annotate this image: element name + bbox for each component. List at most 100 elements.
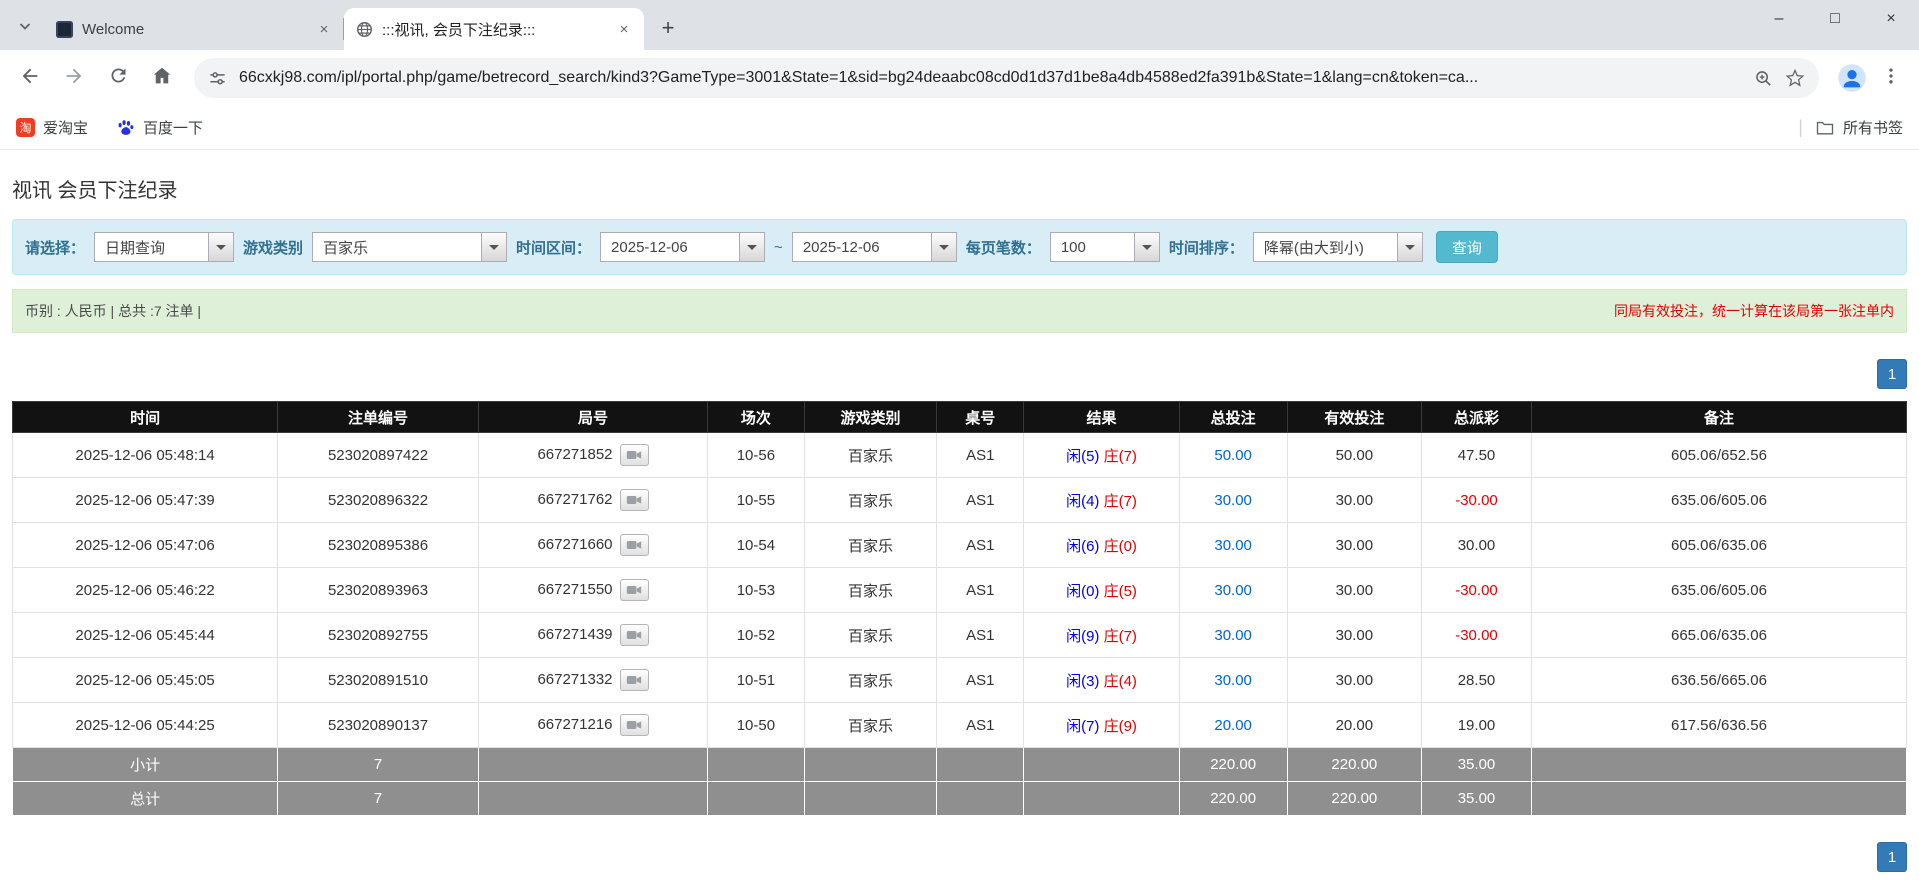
taobao-favicon-icon: 淘 (16, 118, 35, 137)
total-bet-link[interactable]: 50.00 (1214, 447, 1252, 464)
bookmark-star-icon[interactable] (1785, 68, 1805, 88)
header-bet-id: 注单编号 (277, 401, 479, 433)
total-bet-link[interactable]: 30.00 (1214, 672, 1252, 689)
chevron-down-icon[interactable] (930, 233, 956, 261)
round-number: 667271332 (537, 670, 613, 688)
cell-total-bet: 50.00 (1178, 432, 1288, 478)
cell-payout: 30.00 (1421, 522, 1532, 568)
search-button[interactable]: 查询 (1435, 231, 1498, 263)
header-result: 结果 (1023, 401, 1180, 433)
cell-time: 2025-12-06 05:46:22 (11, 567, 279, 613)
cell-result: 闲(9) 庄(7) (1023, 612, 1180, 658)
round-number: 667271660 (537, 535, 613, 553)
page-1-button[interactable]: 1 (1877, 842, 1907, 872)
bookmark-baidu[interactable]: 百度一下 (116, 117, 203, 138)
total-bet-link[interactable]: 30.00 (1214, 537, 1252, 554)
bookmarks-bar: 淘 爱淘宝 百度一下 | 所有书签 (0, 106, 1919, 150)
refresh-icon (108, 65, 129, 91)
menu-button[interactable] (1873, 60, 1909, 96)
cell-note: 635.06/605.06 (1530, 477, 1908, 523)
chevron-down-icon[interactable] (739, 233, 765, 261)
bookmark-aitaobao[interactable]: 淘 爱淘宝 (16, 117, 88, 138)
home-button[interactable] (142, 58, 182, 98)
game-type-select[interactable]: 百家乐 (312, 232, 508, 262)
site-info-icon[interactable] (208, 69, 227, 88)
tab-strip: Welcome × :::视讯, 会员下注纪录::: × + – □ × (0, 0, 1919, 50)
tab-search-button[interactable] (10, 13, 40, 43)
cell-time: 2025-12-06 05:48:14 (11, 432, 279, 478)
subtotal-row: 小计 7 220.00 220.00 35.00 (11, 747, 1908, 782)
all-bookmarks-button[interactable]: 所有书签 (1815, 117, 1903, 138)
video-replay-icon[interactable] (619, 444, 649, 466)
result-player: 闲(3) (1066, 672, 1100, 690)
zoom-icon[interactable] (1754, 69, 1773, 88)
filter-bar: 请选择： 日期查询 游戏类别 百家乐 时间区间： 2025-12-06 ~ 20… (12, 219, 1907, 275)
chevron-down-icon[interactable] (208, 233, 234, 261)
result-banker: 庄(7) (1103, 492, 1137, 510)
date-to-select[interactable]: 2025-12-06 (791, 232, 957, 262)
round-number: 667271439 (537, 625, 613, 643)
cell-time: 2025-12-06 05:45:44 (11, 612, 279, 658)
per-page-select[interactable]: 100 (1049, 232, 1160, 262)
total-bet-link[interactable]: 30.00 (1214, 582, 1252, 599)
new-tab-button[interactable]: + (652, 12, 684, 44)
bet-records-table: 时间 注单编号 局号 场次 游戏类别 桌号 结果 总投注 有效投注 总派彩 备注… (11, 401, 1908, 816)
chevron-down-icon[interactable] (481, 233, 507, 261)
header-round: 局号 (477, 401, 709, 433)
header-valid-bet: 有效投注 (1286, 401, 1423, 433)
total-bet-link[interactable]: 30.00 (1214, 492, 1252, 509)
date-from-select[interactable]: 2025-12-06 (600, 232, 766, 262)
close-icon[interactable]: × (1863, 0, 1919, 38)
cell-result: 闲(0) 庄(5) (1023, 567, 1180, 613)
welcome-favicon-icon (56, 20, 73, 38)
result-player: 闲(6) (1066, 537, 1100, 555)
round-number: 667271216 (537, 715, 613, 733)
cell-session: 10-56 (707, 432, 805, 478)
page-content: 视讯 会员下注纪录 请选择： 日期查询 游戏类别 百家乐 时间区间： 2025-… (0, 150, 1919, 872)
cell-round: 667271762 (477, 477, 709, 523)
cell-time: 2025-12-06 05:47:06 (11, 522, 279, 568)
header-total-bet: 总投注 (1178, 401, 1288, 433)
chevron-down-icon[interactable] (1133, 233, 1159, 261)
video-replay-icon[interactable] (619, 714, 649, 736)
tab-betrecord[interactable]: :::视讯, 会员下注纪录::: × (344, 8, 644, 50)
page-1-button[interactable]: 1 (1877, 359, 1907, 389)
cell-payout: -30.00 (1421, 567, 1532, 613)
cell-total-bet: 30.00 (1178, 657, 1288, 703)
query-type-select[interactable]: 日期查询 (94, 232, 235, 262)
close-icon[interactable]: × (314, 19, 334, 39)
video-replay-icon[interactable] (619, 669, 649, 691)
total-total-bet: 220.00 (1178, 781, 1288, 816)
cell-time: 2025-12-06 05:45:05 (11, 657, 279, 703)
chevron-down-icon[interactable] (1396, 233, 1422, 261)
total-bet-link[interactable]: 20.00 (1214, 717, 1252, 734)
cell-total-bet: 20.00 (1178, 702, 1288, 748)
cell-session: 10-53 (707, 567, 805, 613)
total-bet-link[interactable]: 30.00 (1214, 627, 1252, 644)
refresh-button[interactable] (98, 58, 138, 98)
cell-note: 665.06/635.06 (1530, 612, 1908, 658)
tab-welcome[interactable]: Welcome × (44, 8, 344, 50)
address-bar[interactable]: 66cxkj98.com/ipl/portal.php/game/betreco… (194, 58, 1819, 98)
profile-avatar[interactable] (1835, 61, 1869, 95)
cell-game-type: 百家乐 (803, 522, 938, 568)
close-icon[interactable]: × (614, 19, 634, 39)
cell-game-type: 百家乐 (803, 702, 938, 748)
cell-total-bet: 30.00 (1178, 477, 1288, 523)
summary-info: 币别 : 人民币 | 总共 :7 注单 | (25, 303, 202, 319)
forward-button[interactable] (54, 58, 94, 98)
bookmark-label: 爱淘宝 (43, 120, 89, 137)
sort-select[interactable]: 降幂(由大到小) (1252, 232, 1423, 262)
video-replay-icon[interactable] (619, 579, 649, 601)
minimize-icon[interactable]: – (1751, 0, 1807, 38)
cell-game-type: 百家乐 (803, 657, 938, 703)
page-title: 视讯 会员下注纪录 (12, 180, 178, 202)
header-time: 时间 (11, 401, 279, 433)
video-replay-icon[interactable] (619, 534, 649, 556)
video-replay-icon[interactable] (619, 624, 649, 646)
back-button[interactable] (10, 58, 50, 98)
bet-table-body: 2025-12-06 05:48:14 523020897422 6672718… (11, 432, 1908, 748)
video-replay-icon[interactable] (619, 489, 649, 511)
header-game-type: 游戏类别 (803, 401, 938, 433)
maximize-icon[interactable]: □ (1807, 0, 1863, 38)
